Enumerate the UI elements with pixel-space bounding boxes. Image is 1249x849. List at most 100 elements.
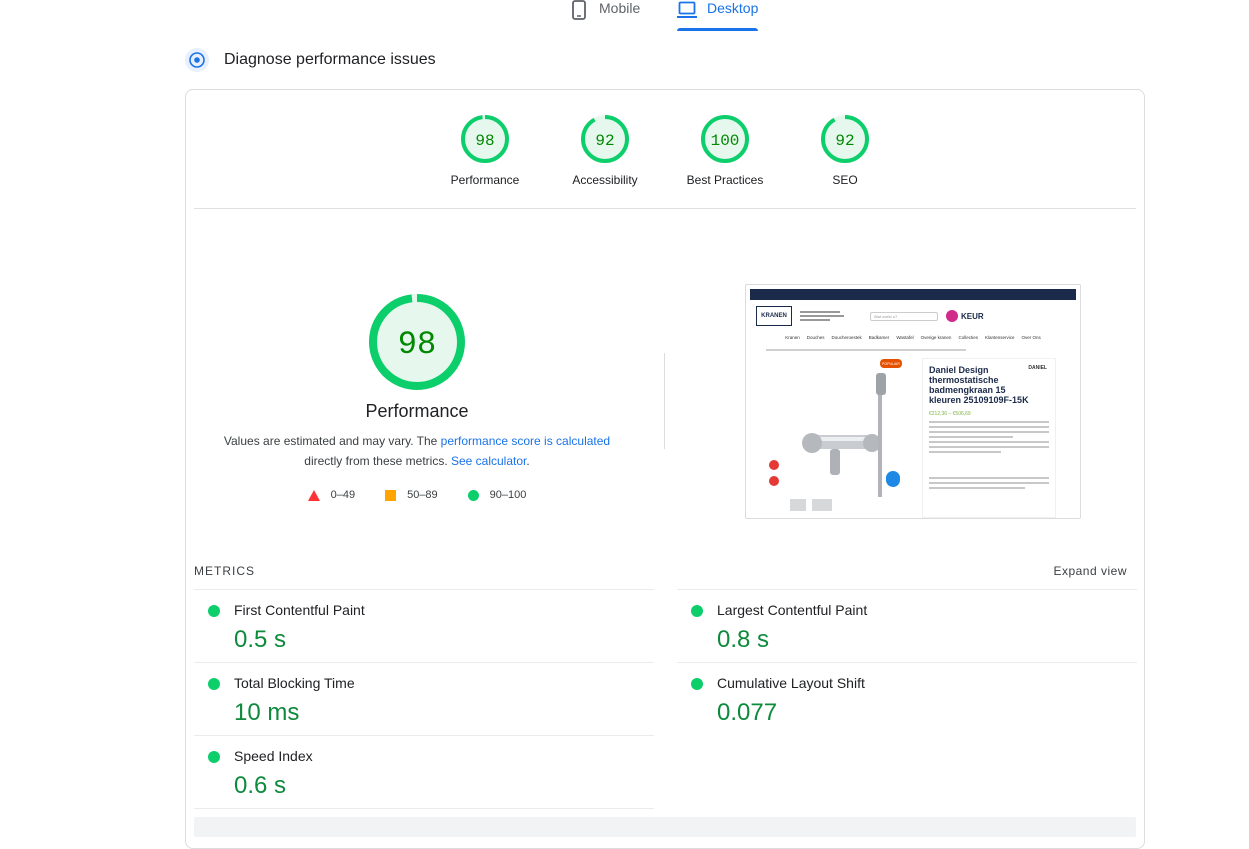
note-text-2: directly from these metrics.	[304, 454, 451, 468]
metrics-heading: METRICS	[194, 564, 255, 578]
score-calc-link[interactable]: performance score is calculated	[441, 434, 610, 448]
score-legend: 0–49 50–89 90–100	[222, 489, 612, 501]
gauge-performance[interactable]: 98 Performance	[430, 114, 540, 187]
note-text-1: Values are estimated and may vary. The	[223, 434, 441, 448]
gauge-score: 98	[475, 132, 494, 150]
thumb-price: €212,36 – €506,69	[929, 411, 971, 417]
pass-dot-icon	[691, 678, 703, 690]
thumb-nav-item: Kranen	[785, 335, 800, 340]
thumb-nav-item: Douches	[806, 335, 825, 340]
gauge-ring: 98	[461, 115, 509, 163]
estimate-note: Values are estimated and may vary. The p…	[222, 431, 612, 471]
page-screenshot-thumbnail[interactable]: KRANEN Wat zoekt u? KEUR Kranen Douches Do…	[745, 284, 1081, 519]
gauge-label: Accessibility	[572, 173, 638, 187]
performance-summary: 98 Performance Values are estimated and …	[222, 293, 612, 501]
metric-cumulative-layout-shift: Cumulative Layout Shift 0.077	[677, 662, 1137, 735]
gauge-ring: 92	[821, 115, 869, 163]
laptop-icon	[677, 1, 697, 18]
thumb-nav-item: Badkamer	[868, 335, 890, 340]
expand-view-button[interactable]: Expand view	[1053, 564, 1127, 578]
thumb-nav: Kranen Douches Doucheroestek Badkamer Wastaf…	[746, 332, 1080, 343]
thumb-nav-item: Klantenservice	[984, 335, 1015, 340]
pass-dot-icon	[208, 678, 220, 690]
keur-badge-icon	[946, 310, 958, 322]
gauge-ring: 100	[701, 115, 749, 163]
thumb-nav-item: Doucheroestek	[831, 335, 862, 340]
tab-desktop-label: Desktop	[707, 0, 759, 16]
thumb-topbar	[750, 289, 1076, 300]
section-title: Diagnose performance issues	[224, 51, 436, 68]
active-tab-indicator	[677, 28, 759, 31]
thumb-popular-badge: POPULAIR	[880, 359, 902, 368]
thumb-product-info: DANIEL Daniel Design thermostatische bad…	[922, 358, 1056, 518]
gauge-label: Best Practices	[686, 173, 764, 187]
legend-fail: 0–49	[307, 489, 356, 501]
metric-divider	[194, 808, 654, 809]
pass-dot-icon	[208, 751, 220, 763]
metric-name: Largest Contentful Paint	[717, 602, 868, 618]
device-tabs: Mobile Desktop	[0, 0, 1249, 40]
thumb-keur-label: KEUR	[961, 311, 984, 321]
tab-mobile[interactable]: Mobile	[569, 0, 640, 32]
metric-largest-contentful-paint: Largest Contentful Paint 0.8 s	[677, 589, 1137, 662]
thumb-breadcrumb	[766, 349, 1060, 351]
gauge-label: Performance	[450, 173, 520, 187]
tab-desktop[interactable]: Desktop	[677, 0, 759, 32]
thumb-logo: KRANEN	[756, 306, 792, 326]
thumb-nav-item: Wastafel	[896, 335, 914, 340]
performance-big-title: Performance	[365, 401, 469, 421]
gauge-accessibility[interactable]: 92 Accessibility	[550, 114, 660, 187]
legend-pass: 90–100	[467, 489, 527, 501]
metric-value: 0.5 s	[234, 626, 287, 653]
mobile-phone-icon	[572, 0, 586, 20]
gauges-divider	[194, 208, 1136, 209]
thumb-nav-item: Collecties	[958, 335, 978, 340]
performance-big-score: 98	[398, 326, 436, 363]
metric-value: 0.8 s	[717, 626, 770, 653]
metric-name: First Contentful Paint	[234, 602, 365, 618]
thumb-nav-item: Over Ons	[1021, 335, 1041, 340]
gauge-best-practices[interactable]: 100 Best Practices	[670, 114, 780, 187]
summary-separator	[664, 353, 665, 449]
metric-name: Total Blocking Time	[234, 675, 355, 691]
metric-value: 0.077	[717, 699, 778, 726]
bottom-bar	[194, 817, 1136, 837]
diagnose-header: Diagnose performance issues	[184, 47, 436, 73]
performance-big-gauge: 98	[369, 294, 465, 390]
gauge-score: 92	[595, 132, 614, 150]
thumb-search: Wat zoekt u?	[870, 311, 938, 321]
see-calculator-link[interactable]: See calculator	[451, 454, 526, 468]
thumb-header: KRANEN Wat zoekt u? KEUR	[746, 300, 1080, 332]
gauge-score: 92	[835, 132, 854, 150]
thumb-contact	[800, 309, 862, 323]
thumb-keur: KEUR	[946, 310, 984, 322]
metric-name: Cumulative Layout Shift	[717, 675, 865, 691]
pass-dot-icon	[691, 605, 703, 617]
metric-value: 10 ms	[234, 699, 300, 726]
note-text-3: .	[526, 454, 530, 468]
red-triangle-icon	[307, 489, 320, 501]
legend-fail-label: 0–49	[330, 489, 356, 501]
metric-first-contentful-paint: First Contentful Paint 0.5 s	[194, 589, 654, 662]
legend-average: 50–89	[385, 489, 438, 501]
gauge-ring: 92	[581, 115, 629, 163]
metric-value: 0.6 s	[234, 772, 287, 799]
tab-mobile-label: Mobile	[599, 0, 641, 16]
pass-dot-icon	[208, 605, 220, 617]
score-gauges: 98 Performance 92 Accessibility 100 Best Prac…	[186, 114, 1144, 199]
thumb-description	[929, 421, 1049, 489]
metric-speed-index: Speed Index 0.6 s	[194, 735, 654, 808]
legend-average-label: 50–89	[407, 489, 438, 501]
gauge-label: SEO	[832, 173, 858, 187]
metric-name: Speed Index	[234, 748, 313, 764]
thumb-brand: DANIEL	[1028, 365, 1047, 371]
gauge-seo[interactable]: 92 SEO	[790, 114, 900, 187]
faucet-image	[769, 373, 900, 511]
legend-pass-label: 90–100	[489, 489, 527, 501]
orange-square-icon	[385, 489, 397, 501]
thumb-product-title: Daniel Design thermostatische badmengkra…	[929, 365, 1029, 405]
thumb-nav-item: Overige kranen	[920, 335, 952, 340]
gauge-score: 100	[711, 132, 740, 150]
diagnose-target-icon	[185, 48, 209, 72]
thumb-product-image: POPULAIR	[768, 355, 913, 515]
